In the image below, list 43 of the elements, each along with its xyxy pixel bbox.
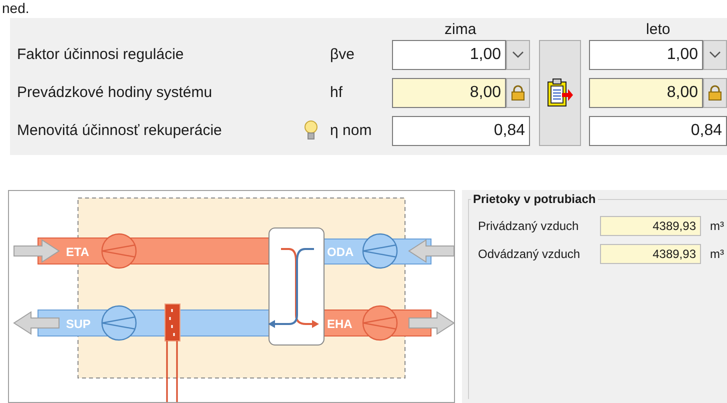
fan-icon — [362, 305, 398, 341]
chevron-down-icon — [512, 51, 524, 59]
clipboard-arrow-icon — [546, 78, 574, 108]
group-title: Prietoky v potrubiach — [471, 192, 598, 206]
flow-arrow-icon — [13, 311, 60, 335]
flow-arrow-icon — [14, 239, 60, 263]
duct-label: EHA — [327, 317, 352, 331]
row-label: Prevádzkové hodiny systému — [17, 82, 214, 103]
heading-fragment: ned. — [2, 0, 30, 16]
value-field[interactable]: 8,00 — [589, 78, 703, 108]
lock-button[interactable] — [506, 78, 530, 108]
dropdown-button[interactable] — [703, 40, 727, 70]
lightbulb-icon — [304, 120, 318, 142]
value-field[interactable]: 1,00 — [392, 40, 506, 70]
chevron-down-icon — [709, 51, 721, 59]
fan-icon — [362, 233, 398, 269]
symbol-label: hf — [330, 82, 344, 103]
value-field[interactable]: 1,00 — [589, 40, 703, 70]
lock-button[interactable] — [703, 78, 727, 108]
row-label: Menovitá účinnosť rekuperácie — [17, 120, 223, 141]
fan-icon — [101, 305, 137, 341]
unit-label: m³ — [710, 218, 724, 235]
fan-icon — [101, 233, 137, 269]
column-header: zima — [444, 20, 478, 40]
unit-label: m³ — [710, 246, 724, 263]
symbol-label: η nom — [330, 120, 373, 141]
symbol-label: βve — [330, 44, 356, 65]
duct-label: SUP — [66, 317, 91, 331]
padlock-icon — [510, 85, 526, 101]
flow-label: Privádzaný vzduch — [478, 218, 580, 235]
duct-label: ETA — [66, 245, 90, 259]
value-field[interactable]: 0,84 — [589, 116, 727, 146]
column-header: leto — [645, 20, 672, 40]
dropdown-button[interactable] — [506, 40, 530, 70]
flow-label: Odvádzaný vzduch — [478, 246, 582, 263]
value-field[interactable]: 8,00 — [392, 78, 506, 108]
duct-label: ODA — [327, 245, 354, 259]
value-field[interactable]: 0,84 — [392, 116, 530, 146]
flow-value-field[interactable]: 4389,93 — [600, 216, 701, 236]
padlock-icon — [707, 85, 723, 101]
copy-button[interactable] — [538, 40, 580, 146]
flow-value-field[interactable]: 4389,93 — [600, 244, 701, 264]
row-label: Faktor účinnosi regulácie — [17, 44, 185, 65]
